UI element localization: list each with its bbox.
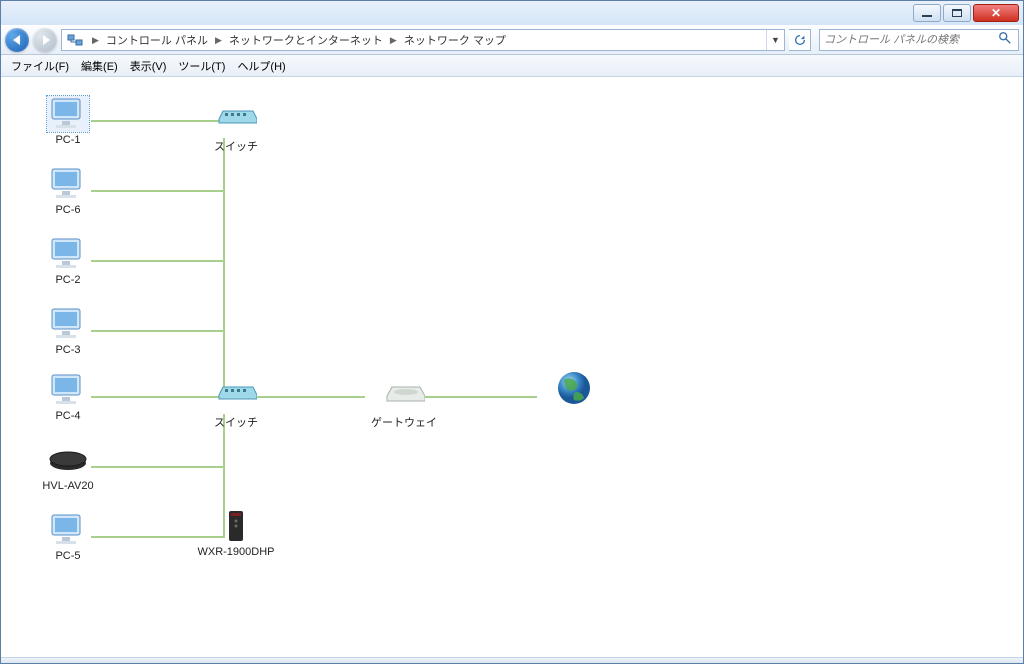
node-label: PC-5 [23, 550, 113, 562]
gateway-icon [383, 376, 425, 412]
menu-edit[interactable]: 編集(E) [75, 56, 124, 76]
node-label: スイッチ [191, 414, 281, 430]
breadcrumb-leaf[interactable]: ネットワーク マップ [401, 30, 509, 50]
maximize-button[interactable] [943, 4, 971, 22]
refresh-button[interactable] [789, 29, 811, 51]
menu-help[interactable]: ヘルプ(H) [231, 56, 291, 76]
address-dropdown[interactable]: ▼ [766, 30, 784, 50]
node-wxr[interactable]: WXR-1900DHP [191, 508, 281, 558]
content-area: PC-1 PC-6 PC-2 PC-3 PC-4 HVL-AV20 [1, 77, 1023, 657]
node-label: WXR-1900DHP [191, 546, 281, 558]
computer-icon [47, 306, 89, 342]
node-pc4[interactable]: PC-4 [23, 372, 113, 422]
node-label: PC-1 [23, 134, 113, 146]
menu-tools[interactable]: ツール(T) [172, 56, 231, 76]
node-label: HVL-AV20 [23, 480, 113, 492]
address-bar[interactable]: ▶ コントロール パネル ▶ ネットワークとインターネット ▶ ネットワーク マ… [61, 29, 785, 51]
node-hvl[interactable]: HVL-AV20 [23, 442, 113, 492]
router-icon [215, 508, 257, 544]
statusbar [1, 657, 1023, 663]
computer-icon [47, 166, 89, 202]
forward-button[interactable] [33, 28, 57, 52]
search-input[interactable] [824, 34, 998, 46]
node-label: PC-4 [23, 410, 113, 422]
node-pc5[interactable]: PC-5 [23, 512, 113, 562]
chevron-right-icon: ▶ [386, 35, 401, 46]
menubar: ファイル(F) 編集(E) 表示(V) ツール(T) ヘルプ(H) [1, 55, 1023, 77]
breadcrumb-mid[interactable]: ネットワークとインターネット [226, 30, 386, 50]
menu-view[interactable]: 表示(V) [124, 56, 173, 76]
node-label: PC-6 [23, 204, 113, 216]
node-pc1[interactable]: PC-1 [23, 96, 113, 146]
chevron-right-icon: ▶ [88, 35, 103, 46]
computer-icon [47, 236, 89, 272]
node-label: ゲートウェイ [359, 414, 449, 430]
node-internet[interactable] [529, 370, 619, 406]
node-pc3[interactable]: PC-3 [23, 306, 113, 356]
computer-icon [47, 372, 89, 408]
computer-icon [47, 96, 89, 132]
storage-icon [47, 442, 89, 478]
search-icon [998, 31, 1014, 50]
node-switch2[interactable]: スイッチ [191, 376, 281, 430]
window: ✕ ▶ コントロール パネル ▶ ネットワークとインターネット ▶ ネットワーク… [0, 0, 1024, 664]
node-pc6[interactable]: PC-6 [23, 166, 113, 216]
switch-icon [215, 376, 257, 412]
menu-file[interactable]: ファイル(F) [5, 56, 75, 76]
chevron-right-icon: ▶ [211, 35, 226, 46]
breadcrumb-root[interactable]: コントロール パネル [103, 30, 211, 50]
node-label: PC-3 [23, 344, 113, 356]
back-button[interactable] [5, 28, 29, 52]
computer-icon [47, 512, 89, 548]
node-label: スイッチ [191, 138, 281, 154]
search-box[interactable] [819, 29, 1019, 51]
globe-icon [553, 370, 595, 406]
minimize-button[interactable] [913, 4, 941, 22]
node-switch1[interactable]: スイッチ [191, 100, 281, 154]
titlebar: ✕ [1, 1, 1023, 25]
network-icon [66, 31, 84, 49]
switch-icon [215, 100, 257, 136]
node-gateway[interactable]: ゲートウェイ [359, 376, 449, 430]
node-label: PC-2 [23, 274, 113, 286]
node-pc2[interactable]: PC-2 [23, 236, 113, 286]
navbar: ▶ コントロール パネル ▶ ネットワークとインターネット ▶ ネットワーク マ… [1, 25, 1023, 55]
network-map: PC-1 PC-6 PC-2 PC-3 PC-4 HVL-AV20 [1, 78, 1023, 657]
close-button[interactable]: ✕ [973, 4, 1019, 22]
